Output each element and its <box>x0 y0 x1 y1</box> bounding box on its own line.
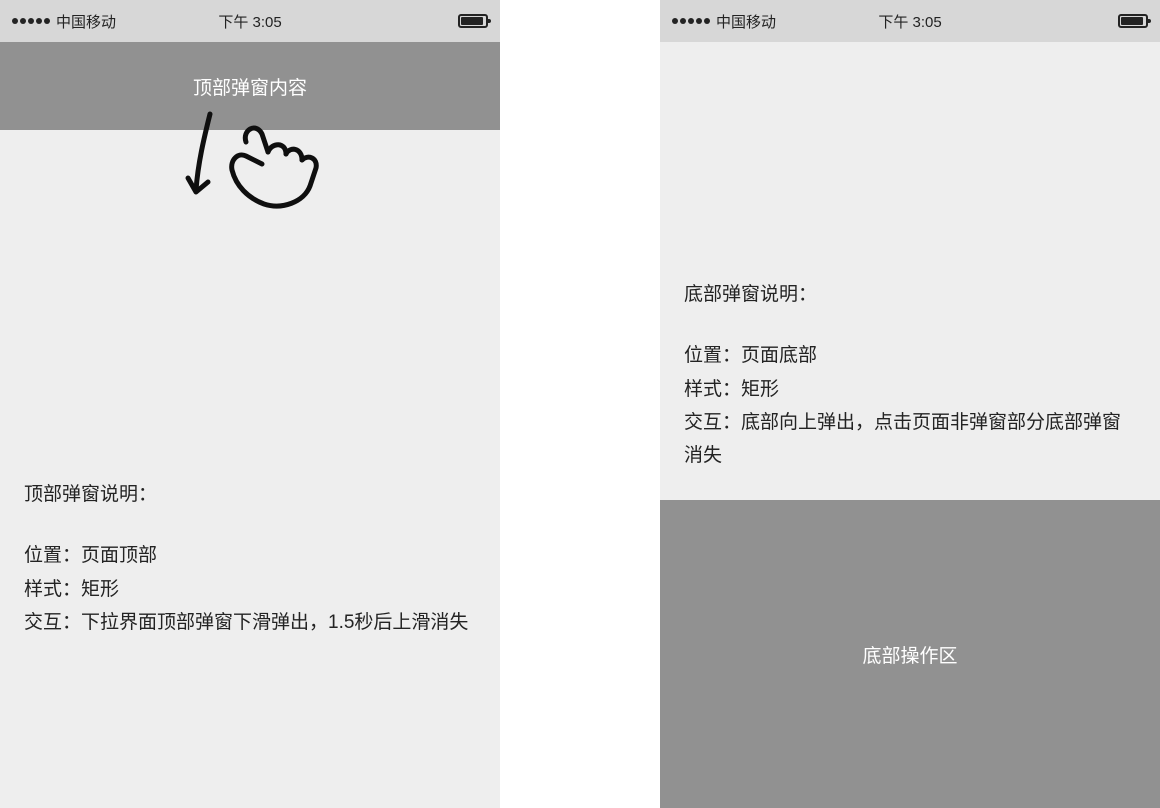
status-bar: 中国移动 下午 3:05 <box>0 0 500 42</box>
desc-style: 样式：矩形 <box>24 573 476 606</box>
top-popup-banner[interactable]: 顶部弹窗内容 <box>0 42 500 130</box>
statusbar-right <box>458 14 488 28</box>
signal-dots-icon <box>672 18 710 24</box>
top-popup-banner-text: 顶部弹窗内容 <box>193 73 307 100</box>
status-bar: 中国移动 下午 3:05 <box>660 0 1160 42</box>
carrier-label: 中国移动 <box>56 11 116 32</box>
bottom-action-area[interactable]: 底部操作区 <box>660 500 1160 808</box>
statusbar-left: 中国移动 <box>12 11 116 32</box>
battery-icon <box>1118 14 1148 28</box>
desc-title: 顶部弹窗说明： <box>24 478 476 511</box>
statusbar-left: 中国移动 <box>672 11 776 32</box>
bottom-action-area-text: 底部操作区 <box>862 641 957 668</box>
bottom-popup-description: 底部弹窗说明： 位置：页面底部 样式：矩形 交互：底部向上弹出，点击页面非弹窗部… <box>684 278 1136 472</box>
desc-interaction: 交互：下拉界面顶部弹窗下滑弹出，1.5秒后上滑消失 <box>24 606 476 639</box>
carrier-label: 中国移动 <box>716 11 776 32</box>
top-popup-description: 顶部弹窗说明： 位置：页面顶部 样式：矩形 交互：下拉界面顶部弹窗下滑弹出，1.… <box>24 478 476 639</box>
phone-mock-top-popup: 中国移动 下午 3:05 顶部弹窗内容 <box>0 0 500 808</box>
statusbar-right <box>1118 14 1148 28</box>
phone-mock-bottom-popup: 中国移动 下午 3:05 底部弹窗说明： 位置：页面底部 样式：矩形 交互：底部… <box>660 0 1160 808</box>
desc-interaction: 交互：底部向上弹出，点击页面非弹窗部分底部弹窗消失 <box>684 406 1136 473</box>
desc-position: 位置：页面底部 <box>684 339 1136 372</box>
battery-icon <box>458 14 488 28</box>
signal-dots-icon <box>12 18 50 24</box>
desc-position: 位置：页面顶部 <box>24 539 476 572</box>
canvas: 中国移动 下午 3:05 顶部弹窗内容 <box>0 0 1160 808</box>
desc-style: 样式：矩形 <box>684 373 1136 406</box>
desc-title: 底部弹窗说明： <box>684 278 1136 311</box>
